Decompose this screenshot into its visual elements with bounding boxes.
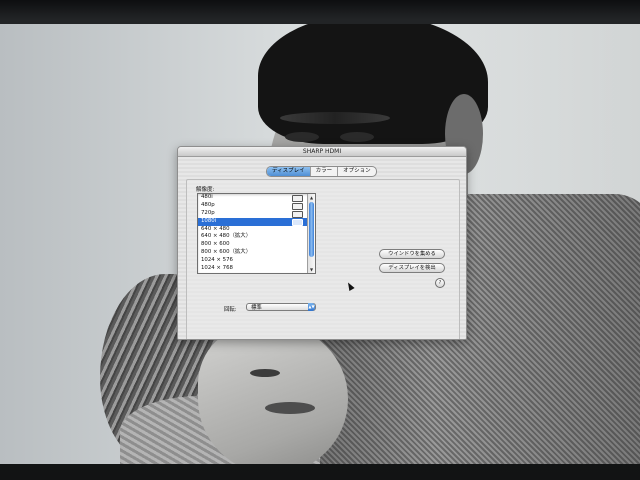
resolution-item[interactable]: 640 × 480（拡大）	[198, 233, 315, 241]
rotation-label: 回転:	[224, 307, 237, 313]
resolution-item[interactable]: 800 × 600（拡大）	[198, 249, 315, 257]
tab-color[interactable]: カラー	[311, 167, 339, 176]
resolution-item[interactable]: 720p	[198, 210, 315, 218]
resolution-item-label: 640 × 480	[201, 225, 230, 232]
resolution-item-label: 1024 × 576	[201, 257, 233, 264]
scroll-down-arrow-icon[interactable]: ▼	[309, 267, 314, 272]
resolution-item[interactable]: 1024 × 768	[198, 265, 315, 273]
rotation-select-value: 標準	[251, 305, 262, 311]
tab-display[interactable]: ディスプレイ	[267, 167, 311, 176]
resolution-item-label: 800 × 600	[201, 241, 230, 248]
resolution-item-label: 1024 × 768	[201, 265, 233, 272]
resolution-list[interactable]: 480i 480p 720p 1080i 640 × 480 640 × 480…	[197, 193, 316, 274]
scroll-up-arrow-icon[interactable]: ▲	[309, 195, 314, 200]
window-title[interactable]: SHARP HDMI	[178, 147, 466, 157]
resolution-item-label: 720p	[201, 209, 215, 216]
monitor-bezel: SHARP HDMI ディスプレイ カラー オプション 解像度: 480i 48…	[0, 0, 640, 480]
resolution-item-label: 1080i	[201, 217, 217, 224]
resolution-list-scrollbar[interactable]: ▲ ▼	[307, 194, 315, 273]
help-icon[interactable]: ?	[435, 278, 445, 288]
resolution-item-label: 800 × 600（拡大）	[201, 249, 252, 256]
resolution-item[interactable]: 1024 × 576	[198, 257, 315, 265]
gather-windows-button[interactable]: ウインドウを集める	[379, 249, 445, 259]
resolution-item[interactable]: 480p	[198, 202, 315, 210]
scroll-thumb[interactable]	[309, 202, 314, 257]
resolution-item[interactable]: 480i	[198, 194, 315, 202]
resolution-item-label: 480p	[201, 201, 215, 208]
detect-displays-button[interactable]: ディスプレイを検出	[379, 263, 445, 273]
tab-bar: ディスプレイ カラー オプション	[266, 166, 377, 177]
resolution-item-selected[interactable]: 1080i	[198, 217, 315, 226]
popup-arrows-icon: ▲▼	[308, 303, 315, 311]
resolution-label: 解像度:	[196, 187, 215, 193]
rotation-select[interactable]: 標準 ▲▼	[246, 303, 316, 311]
tab-options[interactable]: オプション	[338, 167, 376, 176]
display-preferences-window: SHARP HDMI ディスプレイ カラー オプション 解像度: 480i 48…	[177, 146, 467, 340]
resolution-item-label: 640 × 480（拡大）	[201, 233, 252, 240]
resolution-item-label: 480i	[201, 194, 213, 200]
